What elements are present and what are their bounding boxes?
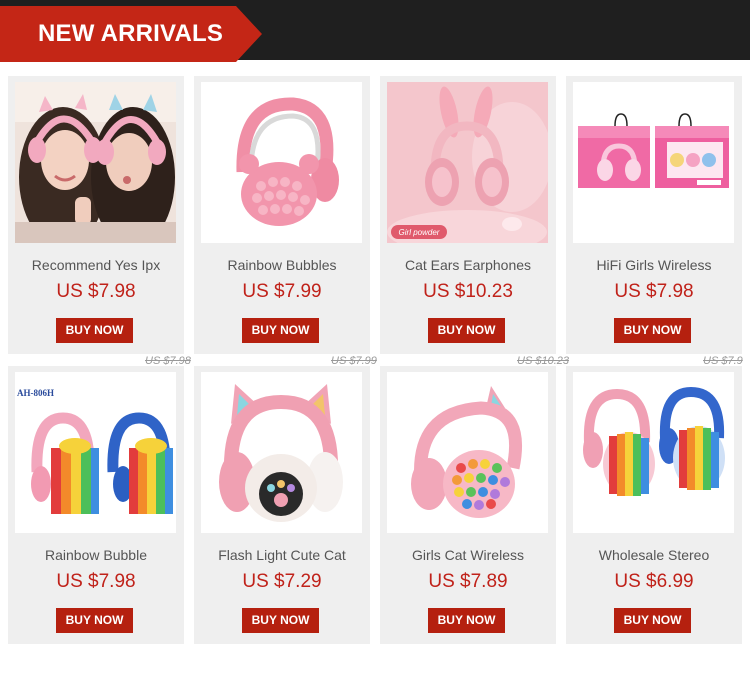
product-image[interactable]: AH-806H [15, 372, 176, 533]
image-badge-label: Girl powder [399, 228, 440, 237]
buy-now-button[interactable]: BUY NOW [428, 608, 505, 633]
rainbow-bubble-headphones-photo: AH-806H [15, 372, 176, 533]
product-price: US $7.29 [242, 571, 322, 592]
product-card[interactable]: Wholesale Stereo US $6.99 BUY NOW [566, 366, 742, 644]
two-girls-headphones-photo [15, 82, 176, 243]
product-image[interactable] [573, 82, 734, 243]
product-title[interactable]: Flash Light Cute Cat [194, 547, 370, 563]
buy-now-button[interactable]: BUY NOW [242, 608, 319, 633]
buy-now-button[interactable]: BUY NOW [428, 318, 505, 343]
product-price: US $7.89 [428, 571, 508, 592]
product-title[interactable]: Wholesale Stereo [566, 547, 742, 563]
stereo-bubble-headphones-photo [573, 372, 734, 533]
buy-now-button[interactable]: BUY NOW [242, 318, 319, 343]
product-price: US $7.98 [56, 281, 136, 302]
buy-now-button[interactable]: BUY NOW [56, 608, 133, 633]
product-card[interactable]: Girl powder Cat Ears Earphones US $10.23… [380, 76, 556, 354]
product-image[interactable] [573, 372, 734, 533]
product-image[interactable]: Girl powder [387, 82, 548, 243]
product-title[interactable]: Rainbow Bubble [8, 547, 184, 563]
boxed-headphones-photo [573, 82, 734, 243]
buy-now-button[interactable]: BUY NOW [614, 318, 691, 343]
product-card[interactable]: AH-806H Rainbow Bubble US $7.98 BUY NOW [8, 366, 184, 644]
product-image[interactable] [15, 82, 176, 243]
buy-now-button[interactable]: BUY NOW [56, 318, 133, 343]
product-title[interactable]: Girls Cat Wireless [380, 547, 556, 563]
product-price: US $10.23 [423, 281, 513, 302]
product-image[interactable] [387, 372, 548, 533]
product-title[interactable]: Recommend Yes Ipx [8, 257, 184, 273]
product-card[interactable]: Rainbow Bubbles US $7.99 BUY NOW [194, 76, 370, 354]
buy-now-button[interactable]: BUY NOW [614, 608, 691, 633]
product-price: US $7.98 [56, 571, 136, 592]
product-title[interactable]: HiFi Girls Wireless [566, 257, 742, 273]
product-image[interactable] [201, 82, 362, 243]
product-price: US $6.99 [614, 571, 694, 592]
product-card[interactable]: Girls Cat Wireless US $7.89 BUY NOW [380, 366, 556, 644]
cat-bubble-headphones-photo [387, 372, 548, 533]
product-price: US $7.99 [242, 281, 322, 302]
product-card[interactable]: Flash Light Cute Cat US $7.29 BUY NOW [194, 366, 370, 644]
product-image[interactable] [201, 372, 362, 533]
product-title[interactable]: Cat Ears Earphones [380, 257, 556, 273]
pink-bubble-headphones-photo [201, 82, 362, 243]
cat-ear-led-headphones-photo [201, 372, 362, 533]
product-price: US $7.98 [614, 281, 694, 302]
product-card[interactable]: HiFi Girls Wireless US $7.98 BUY NOW [566, 76, 742, 354]
image-model-label: AH-806H [17, 388, 54, 398]
product-title[interactable]: Rainbow Bubbles [194, 257, 370, 273]
section-banner: NEW ARRIVALS [0, 6, 262, 62]
product-card[interactable]: Recommend Yes Ipx US $7.98 BUY NOW [8, 76, 184, 354]
section-title: NEW ARRIVALS [38, 20, 224, 47]
bunny-ear-headphones-photo: Girl powder [387, 82, 548, 243]
